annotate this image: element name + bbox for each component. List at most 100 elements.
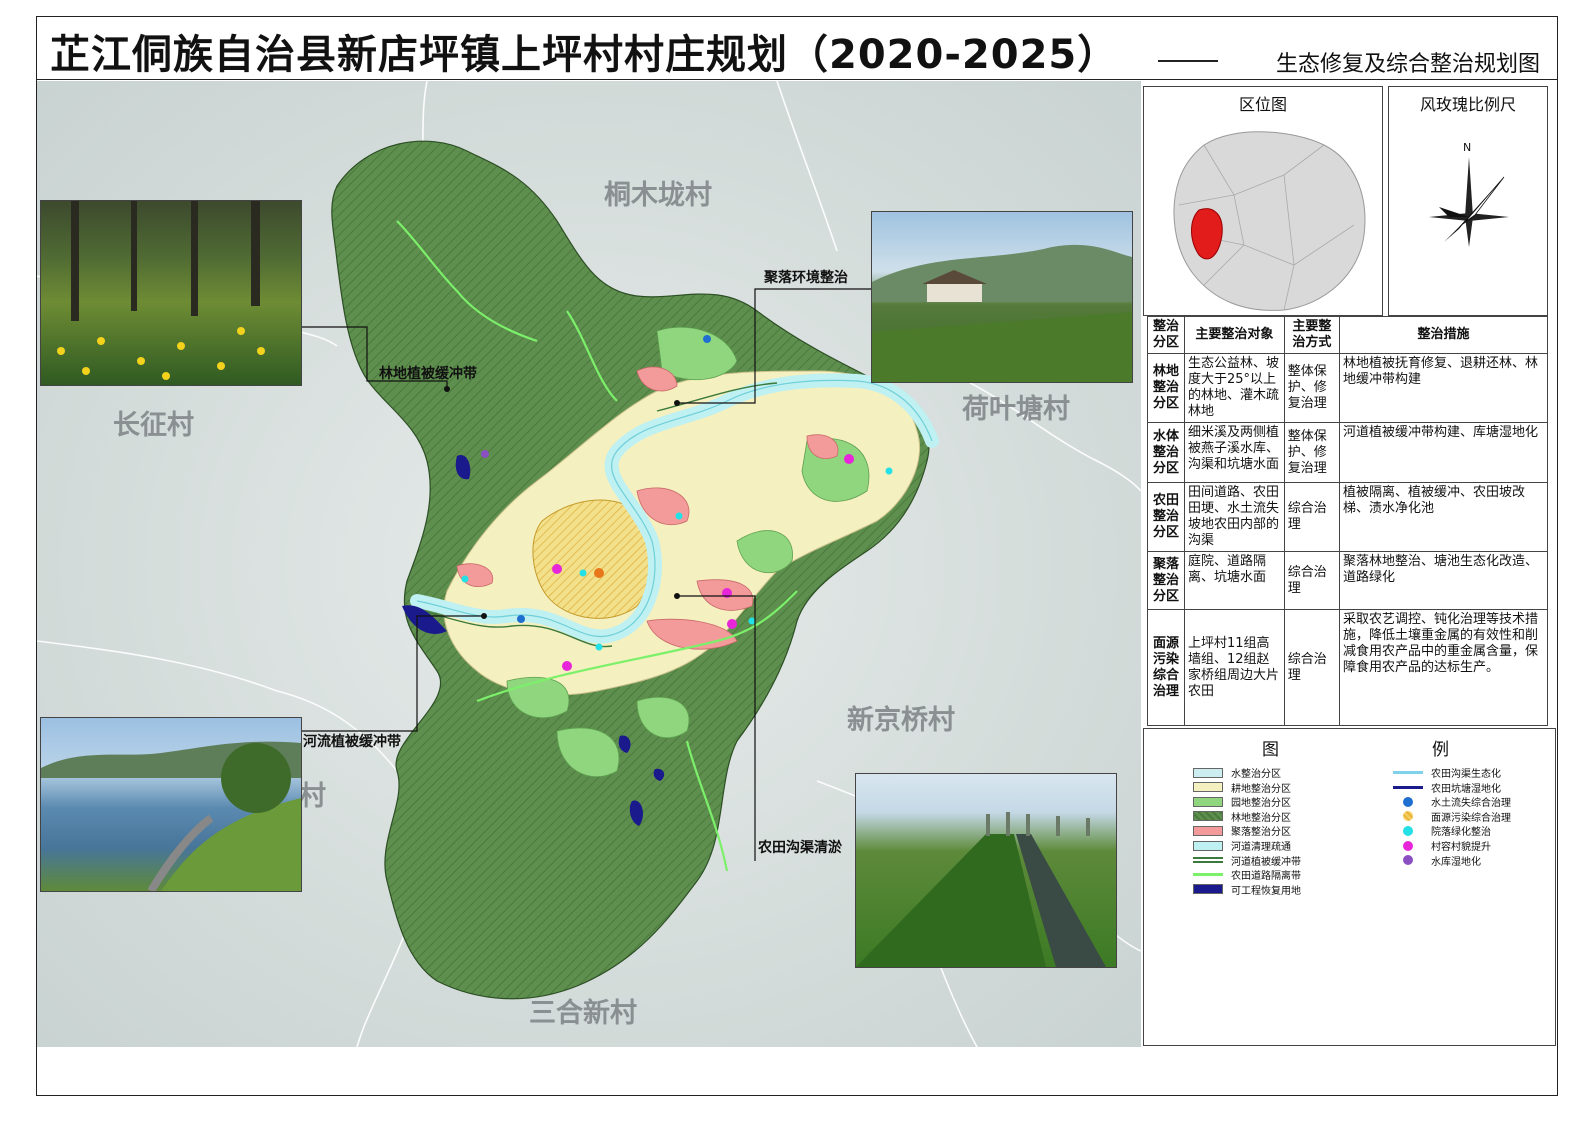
zone-cell: 面源污染综合治理 bbox=[1147, 609, 1185, 726]
legend-swatch bbox=[1193, 782, 1223, 793]
method-cell: 整体保护、修复治理 bbox=[1283, 422, 1341, 483]
measures-cell: 河道植被缓冲带构建、库塘湿地化 bbox=[1339, 422, 1548, 483]
photo-settlement bbox=[871, 211, 1133, 383]
legend-swatch bbox=[1403, 840, 1413, 851]
village-label-heyetang: 荷叶塘村 bbox=[962, 394, 1070, 425]
legend-item: 耕地整治分区 bbox=[1193, 780, 1291, 795]
village-label-changzheng: 长征村 bbox=[113, 410, 194, 441]
legend-item: 面源污染综合治理 bbox=[1393, 809, 1511, 824]
legend-label: 可工程恢复用地 bbox=[1231, 885, 1301, 897]
callout-settlement: 聚落环境整治 bbox=[764, 270, 848, 286]
legend-item: 农田沟渠生态化 bbox=[1393, 765, 1501, 780]
objects-cell: 庭院、道路隔离、坑塘水面 bbox=[1184, 551, 1285, 610]
legend-label: 聚落整治分区 bbox=[1231, 827, 1291, 839]
location-map-box: 区位图 bbox=[1143, 86, 1383, 316]
wind-rose-icon bbox=[1429, 157, 1509, 247]
measures-cell: 林地植被抚育修复、退耕还林、林地缓冲带构建 bbox=[1339, 353, 1548, 423]
legend-swatch bbox=[1193, 796, 1223, 807]
location-map-title: 区位图 bbox=[1238, 95, 1287, 114]
legend-item: 聚落整治分区 bbox=[1193, 823, 1291, 838]
legend-swatch bbox=[1193, 825, 1223, 836]
legend-label: 河道清理疏通 bbox=[1231, 842, 1291, 853]
objects-cell: 上坪村11组高墙组、12组赵家桥组周边大片农田 bbox=[1184, 609, 1285, 726]
location-map-graphic bbox=[1173, 131, 1366, 311]
planning-map[interactable]: 桐木垅村 长征村 荷叶塘村 新京桥村 三合新村 村 林地植被缓冲带 聚落环境整治… bbox=[37, 81, 1141, 1047]
table-header-method: 主要整治方式 bbox=[1283, 316, 1341, 354]
table-row: 水体整治分区 细米溪及两侧植被燕子溪水库、沟渠和坑塘水面 整体保护、修复治理 河… bbox=[1147, 422, 1548, 483]
compass-box: 风玫瑰比例尺 N bbox=[1388, 86, 1548, 316]
legend-swatch bbox=[1403, 855, 1413, 866]
legend-item: 院落绿化整治 bbox=[1393, 823, 1491, 838]
legend-label: 水整治分区 bbox=[1231, 769, 1281, 780]
page-title: 芷江侗族自治县新店坪镇上坪村村庄规划（2020-2025） bbox=[50, 32, 1119, 78]
legend-swatch bbox=[1193, 857, 1223, 864]
legend-label: 河道植被缓冲带 bbox=[1231, 856, 1301, 868]
legend-label: 村容村貌提升 bbox=[1431, 842, 1491, 853]
legend-label: 院落绿化整治 bbox=[1431, 827, 1491, 839]
method-cell: 整体保护、修复治理 bbox=[1283, 353, 1341, 423]
legend-label: 面源污染综合治理 bbox=[1431, 812, 1511, 824]
legend-swatch bbox=[1193, 873, 1223, 877]
legend-label: 耕地整治分区 bbox=[1231, 783, 1291, 795]
legend-label: 园地整治分区 bbox=[1231, 798, 1291, 810]
objects-cell: 细米溪及两侧植被燕子溪水库、沟渠和坑塘水面 bbox=[1184, 422, 1285, 483]
legend-swatch bbox=[1193, 767, 1223, 778]
legend-label: 农田坑塘湿地化 bbox=[1431, 783, 1501, 795]
legend-swatch bbox=[1393, 785, 1423, 789]
zone-cell: 水体整治分区 bbox=[1147, 422, 1185, 483]
legend-swatch bbox=[1403, 825, 1413, 836]
table-header-zone: 整治分区 bbox=[1147, 316, 1185, 354]
legend-label: 农田沟渠生态化 bbox=[1431, 769, 1501, 780]
legend-item: 农田坑塘湿地化 bbox=[1393, 780, 1501, 795]
measures-cell: 聚落林地整治、塘池生态化改造、道路绿化 bbox=[1339, 551, 1548, 610]
settlement-photo-art bbox=[872, 244, 1132, 382]
table-row: 聚落整治分区 庭院、道路隔离、坑塘水面 综合治理 聚落林地整治、塘池生态化改造、… bbox=[1147, 551, 1548, 610]
village-label-partial: 村 bbox=[299, 781, 326, 812]
village-label-xinjingqiao: 新京桥村 bbox=[847, 705, 955, 736]
legend-swatch bbox=[1403, 811, 1413, 822]
method-cell: 综合治理 bbox=[1283, 609, 1341, 726]
legend-label: 林地整治分区 bbox=[1231, 812, 1291, 824]
compass-title: 风玫瑰比例尺 bbox=[1419, 95, 1516, 114]
measures-cell: 植被隔离、植被缓冲、农田坡改梯、渍水净化池 bbox=[1339, 482, 1548, 552]
legend-label: 水库湿地化 bbox=[1431, 856, 1481, 868]
legend-swatch bbox=[1393, 771, 1423, 774]
legend-swatch bbox=[1193, 811, 1223, 822]
legend-swatch bbox=[1193, 884, 1223, 895]
objects-cell: 田间道路、农田田埂、水土流失坡地农田内部的沟渠 bbox=[1184, 482, 1285, 552]
title-bar: 芷江侗族自治县新店坪镇上坪村村庄规划（2020-2025） 生态修复及综合整治规… bbox=[36, 16, 1558, 80]
legend-item: 可工程恢复用地 bbox=[1193, 882, 1301, 897]
measures-cell: 采取农艺调控、钝化治理等技术措施，降低土壤重金属的有效性和削减食用农产品中的重金… bbox=[1339, 609, 1548, 726]
village-label-tongmulong: 桐木垅村 bbox=[604, 180, 712, 211]
legend-label: 农田道路隔离带 bbox=[1231, 871, 1301, 883]
zone-cell: 农田整治分区 bbox=[1147, 482, 1185, 552]
regulation-table: 整治分区 主要整治对象 主要整治方式 整治措施 林地整治分区 生态公益林、坡度大… bbox=[1147, 316, 1548, 726]
legend-item: 水库湿地化 bbox=[1393, 853, 1481, 868]
legend-item: 园地整治分区 bbox=[1193, 794, 1291, 809]
legend-swatch bbox=[1403, 796, 1413, 807]
page-subtitle: 生态修复及综合整治规划图 bbox=[1275, 52, 1540, 77]
legend-item: 河道植被缓冲带 bbox=[1193, 853, 1301, 868]
photo-forest-buffer bbox=[40, 200, 302, 386]
legend-item: 河道清理疏通 bbox=[1193, 838, 1291, 853]
table-row: 农田整治分区 田间道路、农田田埂、水土流失坡地农田内部的沟渠 综合治理 植被隔离… bbox=[1147, 482, 1548, 552]
forest-photo-art bbox=[57, 201, 265, 380]
legend-item: 农田道路隔离带 bbox=[1193, 867, 1301, 882]
ditch-photo-art bbox=[856, 812, 1106, 967]
legend-item: 林地整治分区 bbox=[1193, 809, 1291, 824]
legend-item: 村容村貌提升 bbox=[1393, 838, 1491, 853]
method-cell: 综合治理 bbox=[1283, 482, 1341, 552]
table-row: 林地整治分区 生态公益林、坡度大于25°以上的林地、灌木疏林地 整体保护、修复治… bbox=[1147, 353, 1548, 423]
method-cell: 综合治理 bbox=[1283, 551, 1341, 610]
river-photo-art bbox=[41, 741, 301, 891]
callout-ditch: 农田沟渠清淤 bbox=[758, 840, 842, 856]
legend-swatch bbox=[1193, 840, 1223, 851]
photo-ditch bbox=[855, 773, 1117, 968]
photo-river-buffer bbox=[40, 717, 302, 892]
legend-title-right: 例 bbox=[1432, 740, 1449, 760]
callout-river-buffer: 河流植被缓冲带 bbox=[303, 734, 401, 750]
callout-forest-buffer: 林地植被缓冲带 bbox=[379, 366, 477, 382]
zone-cell: 聚落整治分区 bbox=[1147, 551, 1185, 610]
legend-title-left: 图 bbox=[1262, 740, 1279, 760]
objects-cell: 生态公益林、坡度大于25°以上的林地、灌木疏林地 bbox=[1184, 353, 1285, 423]
